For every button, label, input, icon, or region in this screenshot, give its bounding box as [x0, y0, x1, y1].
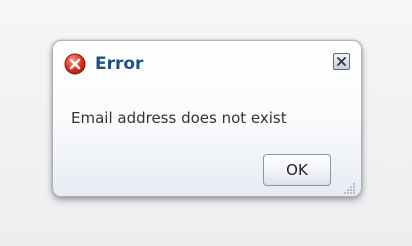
error-dialog: Error Email address does not exist OK: [52, 40, 362, 197]
dialog-title-bar[interactable]: Error: [53, 41, 361, 87]
ok-button[interactable]: OK: [263, 154, 331, 186]
close-icon: [337, 57, 346, 66]
error-icon: [64, 53, 86, 75]
dialog-title: Error: [95, 54, 144, 74]
resize-grip-icon[interactable]: [344, 179, 356, 194]
error-message: Email address does not exist: [71, 109, 287, 127]
close-button[interactable]: [333, 53, 350, 70]
